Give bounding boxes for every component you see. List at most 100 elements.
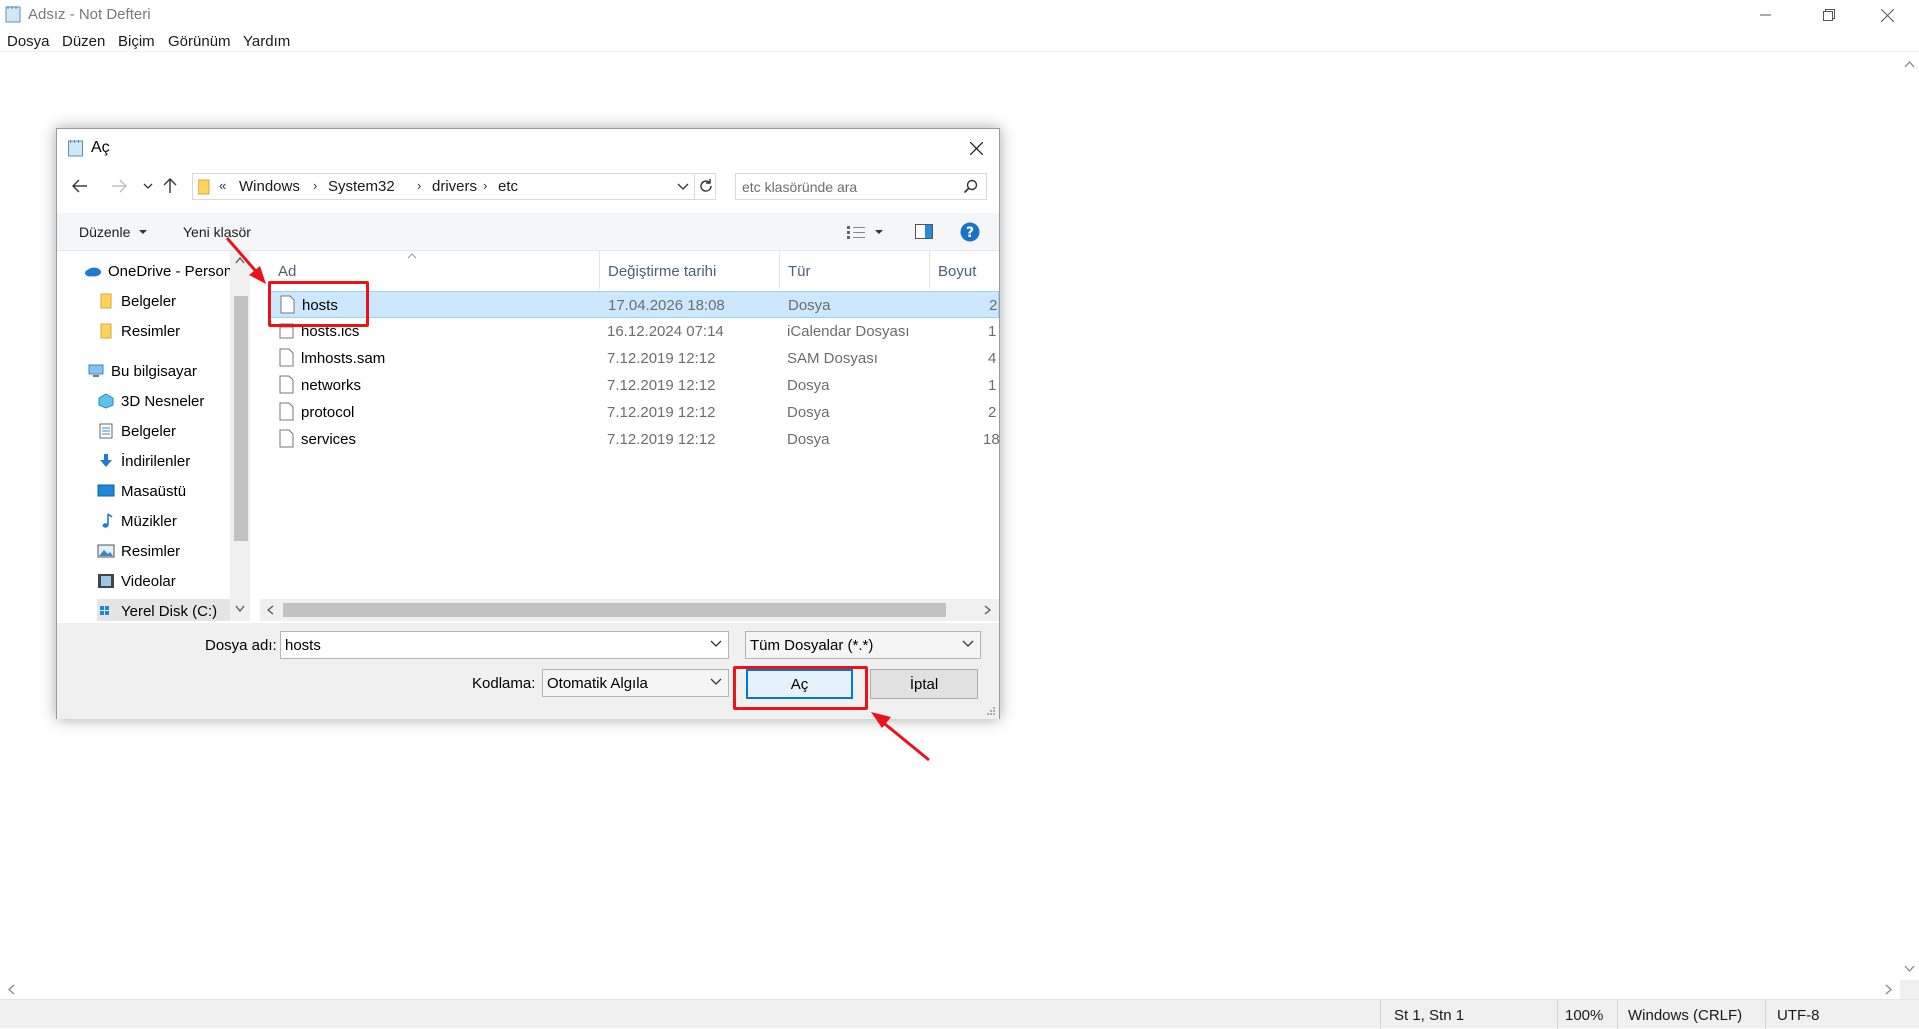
close-window-button[interactable]: [1858, 0, 1916, 30]
vertical-scrollbar[interactable]: [1900, 53, 1919, 980]
file-row-networks[interactable]: networks 7.12.2019 12:12 Dosya 1: [270, 372, 999, 399]
resize-grip-icon[interactable]: [986, 706, 996, 716]
menu-format[interactable]: Biçim: [118, 33, 155, 50]
filename-label: Dosya adı:: [205, 637, 277, 654]
file-size: 1: [988, 323, 997, 340]
nav-item-videos[interactable]: Videolar: [97, 569, 176, 593]
nav-label: Masaüstü: [121, 482, 187, 500]
nav-item-pictures[interactable]: Resimler: [97, 539, 180, 563]
breadcrumb-drivers[interactable]: drivers: [432, 178, 477, 195]
nav-label: Resimler: [121, 542, 181, 560]
nav-item-onedrive[interactable]: OneDrive - Person: [84, 259, 232, 283]
file-type: SAM Dosyası: [787, 350, 878, 367]
help-icon[interactable]: ?: [960, 222, 980, 242]
file-icon: [279, 348, 294, 367]
menu-file[interactable]: Dosya: [7, 33, 50, 50]
nav-label: Videolar: [121, 572, 176, 590]
nav-item-documents[interactable]: Belgeler: [97, 419, 176, 443]
close-icon: [969, 141, 983, 155]
status-divider: [1380, 1000, 1381, 1029]
horizontal-scrollbar[interactable]: [0, 980, 1900, 999]
chevron-down-icon[interactable]: [710, 638, 722, 650]
notepad-app-icon: [5, 6, 21, 23]
search-input[interactable]: etc klasöründe ara: [735, 173, 987, 200]
up-button[interactable]: [159, 175, 181, 197]
column-header-date[interactable]: Değiştirme tarihi: [600, 251, 780, 289]
minimize-button[interactable]: [1737, 0, 1795, 30]
organize-button[interactable]: Düzenle: [79, 224, 130, 240]
status-divider: [1765, 1000, 1766, 1029]
menu-help[interactable]: Yardım: [243, 33, 290, 50]
nav-item-desktop[interactable]: Masaüstü: [97, 479, 186, 503]
file-list-horizontal-scrollbar[interactable]: [260, 599, 999, 621]
file-row-hosts[interactable]: hosts 17.04.2026 18:08 Dosya 2: [270, 291, 999, 318]
videos-icon: [98, 574, 114, 588]
column-header-size[interactable]: Boyut: [930, 251, 999, 289]
nav-pane-scrollbar[interactable]: [230, 251, 250, 621]
preview-pane-icon[interactable]: [915, 224, 933, 239]
nav-label: İndirilenler: [121, 452, 191, 470]
nav-item-music[interactable]: Müzikler: [97, 509, 177, 533]
chevron-right-icon[interactable]: [984, 605, 991, 615]
breadcrumb-windows[interactable]: Windows: [239, 178, 300, 195]
forward-button[interactable]: [108, 175, 130, 197]
file-row-hosts-ics[interactable]: hosts.ics 16.12.2024 07:14 iCalendar Dos…: [270, 318, 999, 345]
column-header-type[interactable]: Tür: [780, 251, 930, 289]
nav-label: Yerel Disk (C:): [121, 602, 218, 620]
chevron-up-icon[interactable]: [235, 257, 245, 264]
chevron-down-icon[interactable]: [875, 230, 883, 235]
back-arrow-icon: [72, 179, 87, 193]
close-icon: [1880, 8, 1894, 22]
scroll-down-icon[interactable]: [1900, 959, 1919, 978]
computer-icon: [88, 364, 104, 377]
nav-item-belgeler[interactable]: Belgeler: [97, 289, 176, 313]
breadcrumb-etc[interactable]: etc: [498, 178, 518, 195]
open-file-dialog: Aç « Windows › System32 › drivers › etc …: [56, 128, 1000, 719]
svg-text:?: ?: [966, 225, 974, 241]
file-type-filter[interactable]: Tüm Dosyalar (*.*): [745, 631, 981, 659]
encoding-select[interactable]: Otomatik Algıla: [542, 669, 729, 697]
refresh-icon[interactable]: [698, 178, 714, 194]
file-type: Dosya: [787, 377, 830, 394]
view-options-icon[interactable]: [847, 225, 867, 239]
chevron-down-icon[interactable]: [235, 605, 245, 612]
new-folder-button[interactable]: Yeni klasör: [183, 224, 251, 240]
dialog-close-button[interactable]: [961, 135, 991, 161]
chevron-left-icon[interactable]: [267, 605, 274, 615]
breadcrumb-overflow[interactable]: «: [219, 178, 226, 193]
nav-item-3d-objects[interactable]: 3D Nesneler: [97, 389, 204, 413]
address-bar[interactable]: « Windows › System32 › drivers › etc: [192, 173, 716, 200]
zoom-level: 100%: [1565, 1007, 1604, 1024]
file-size: 1: [988, 377, 997, 394]
filename-input[interactable]: hosts: [280, 631, 729, 659]
menu-view[interactable]: Görünüm: [168, 33, 231, 50]
scroll-left-icon[interactable]: [2, 980, 21, 999]
file-row-services[interactable]: services 7.12.2019 12:12 Dosya 18: [270, 426, 999, 453]
scroll-right-icon[interactable]: [1879, 980, 1898, 999]
restore-button[interactable]: [1800, 0, 1858, 30]
file-row-lmhosts[interactable]: lmhosts.sam 7.12.2019 12:12 SAM Dosyası …: [270, 345, 999, 372]
file-list: Ad Değiştirme tarihi Tür Boyut hosts 17.…: [260, 251, 999, 621]
recent-locations-button[interactable]: [137, 175, 159, 197]
scroll-thumb[interactable]: [234, 296, 248, 541]
pictures-icon: [97, 544, 115, 558]
file-icon: [279, 402, 294, 421]
file-row-protocol[interactable]: protocol 7.12.2019 12:12 Dosya 2: [270, 399, 999, 426]
menu-edit[interactable]: Düzen: [62, 33, 105, 50]
chevron-down-icon[interactable]: [677, 183, 689, 191]
back-button[interactable]: [69, 175, 91, 197]
nav-item-local-disk[interactable]: Yerel Disk (C:): [97, 599, 237, 621]
nav-label: Resimler: [121, 322, 181, 340]
scroll-up-icon[interactable]: [1900, 55, 1919, 74]
scroll-thumb[interactable]: [283, 603, 946, 617]
nav-label: OneDrive - Person: [108, 262, 233, 280]
nav-item-downloads[interactable]: İndirilenler: [97, 449, 190, 473]
encoding-label: Kodlama:: [472, 675, 536, 692]
cancel-button[interactable]: İptal: [870, 669, 978, 699]
breadcrumb-system32[interactable]: System32: [328, 178, 395, 195]
folder-icon: [100, 323, 112, 339]
nav-label: Müzikler: [121, 512, 177, 530]
nav-item-this-pc[interactable]: Bu bilgisayar: [87, 359, 197, 383]
highlight-hosts-box: [268, 281, 369, 327]
nav-item-resimler[interactable]: Resimler: [97, 319, 180, 343]
